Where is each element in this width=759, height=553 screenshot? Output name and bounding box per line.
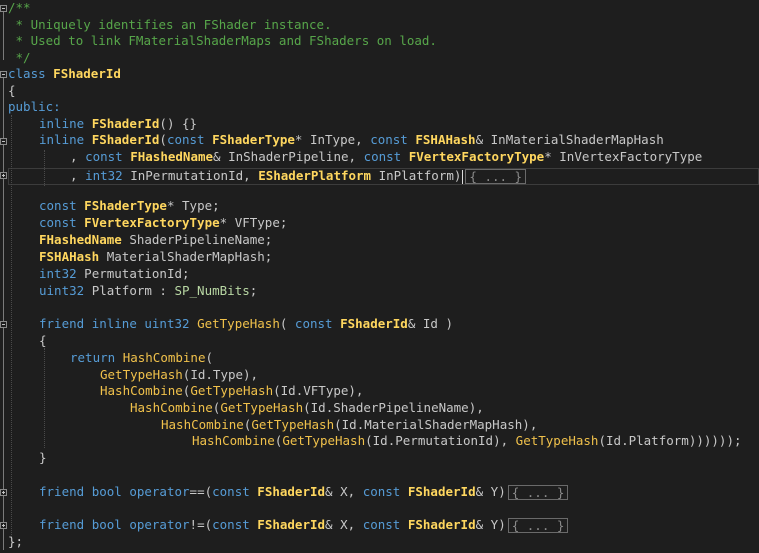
fold-plus-icon[interactable] xyxy=(0,489,7,496)
code-line-1: /** xyxy=(8,0,31,17)
code-line-23: HashCombine(GetTypeHash(Id.ShaderPipelin… xyxy=(130,400,484,417)
code-line-9: inline FShaderId(const FShaderType* InTy… xyxy=(39,132,664,149)
constructor-signature: inline FShaderId(const FShaderType* InTy… xyxy=(39,132,664,147)
code-line-28: friend bool operator!=(const FShaderId& … xyxy=(39,517,569,534)
collapsed-region[interactable]: { ... } xyxy=(465,169,527,184)
fold-line xyxy=(3,12,4,60)
class-declaration: class FShaderId xyxy=(8,66,121,81)
member-declaration: FSHAHash MaterialShaderMapHash; xyxy=(39,249,273,264)
code-line-20: return HashCombine( xyxy=(70,350,213,367)
code-line-29: }; xyxy=(8,534,23,551)
comment-line: * Used to link FMaterialShaderMaps and F… xyxy=(8,33,437,48)
code-line-27: friend bool operator==(const FShaderId& … xyxy=(39,484,569,501)
member-declaration: const FVertexFactoryType* VFType; xyxy=(39,215,288,230)
open-brace: { xyxy=(39,333,47,348)
class-close: }; xyxy=(8,534,24,549)
code-line-15: FSHAHash MaterialShaderMapHash; xyxy=(39,249,272,266)
code-line-21: GetTypeHash(Id.Type), xyxy=(100,367,258,384)
code-line-8: inline FShaderId() {} xyxy=(39,116,197,133)
code-line-24: HashCombine(GetTypeHash(Id.MaterialShade… xyxy=(161,417,537,434)
code-line-22: HashCombine(GetTypeHash(Id.VFType), xyxy=(100,383,363,400)
fold-minus-icon[interactable] xyxy=(0,5,7,12)
comment-close: */ xyxy=(8,49,31,65)
collapsed-region[interactable]: { ... } xyxy=(507,518,569,533)
operator-equals-signature: friend bool operator==(const FShaderId& … xyxy=(39,484,506,499)
code-line-5: class FShaderId xyxy=(8,66,121,83)
comment-open: /** xyxy=(8,0,31,15)
hash-argument: HashCombine(GetTypeHash(Id.ShaderPipelin… xyxy=(130,400,484,415)
member-declaration: const FShaderType* Type; xyxy=(39,198,220,213)
hash-argument: HashCombine(GetTypeHash(Id.MaterialShade… xyxy=(161,416,538,432)
code-editor[interactable]: /** * Uniquely identifies an FShader ins… xyxy=(0,0,759,553)
code-line-17: uint32 Platform : SP_NumBits; xyxy=(39,283,257,300)
code-line-25: HashCombine(GetTypeHash(Id.PermutationId… xyxy=(192,433,742,450)
indent-guide xyxy=(44,348,45,448)
constructor-params: , const FHashedName& InShaderPipeline, c… xyxy=(70,148,703,164)
code-line-6: { xyxy=(8,83,16,100)
indent-guide xyxy=(44,150,45,186)
member-declaration: uint32 Platform : SP_NumBits; xyxy=(39,283,258,298)
constructor-params: , int32 InPermutationId, EShaderPlatform… xyxy=(70,168,462,183)
collapsed-region[interactable]: { ... } xyxy=(507,485,569,500)
fold-plus-icon[interactable] xyxy=(0,522,7,529)
return-statement: return HashCombine( xyxy=(70,350,214,365)
member-declaration: FHashedName ShaderPipelineName; xyxy=(39,232,273,247)
fold-minus-icon[interactable] xyxy=(0,71,7,78)
code-line-12: const FShaderType* Type; xyxy=(39,198,220,215)
fold-line xyxy=(3,78,4,544)
operator-not-equals-signature: friend bool operator!=(const FShaderId& … xyxy=(39,517,506,532)
code-line-2: * Uniquely identifies an FShader instanc… xyxy=(8,17,332,34)
hash-argument: HashCombine(GetTypeHash(Id.VFType), xyxy=(100,383,364,398)
hash-argument: HashCombine(GetTypeHash(Id.PermutationId… xyxy=(192,433,742,448)
hash-argument: GetTypeHash(Id.Type), xyxy=(100,366,259,382)
code-line-4: */ xyxy=(8,50,31,67)
default-constructor: inline FShaderId() {} xyxy=(39,115,198,131)
code-line-3: * Used to link FMaterialShaderMaps and F… xyxy=(8,33,437,50)
code-line-14: FHashedName ShaderPipelineName; xyxy=(39,232,272,249)
fold-minus-icon[interactable] xyxy=(0,321,7,328)
code-line-13: const FVertexFactoryType* VFType; xyxy=(39,215,287,232)
close-brace: } xyxy=(39,450,47,465)
fold-minus-icon[interactable] xyxy=(0,138,7,145)
code-line-7: public: xyxy=(8,99,61,116)
member-declaration: int32 PermutationId; xyxy=(39,266,190,281)
open-brace: { xyxy=(8,82,16,98)
indent-guide xyxy=(11,115,12,545)
fold-line xyxy=(3,544,4,550)
comment-line: * Uniquely identifies an FShader instanc… xyxy=(8,16,332,32)
code-line-19: { xyxy=(39,333,47,350)
code-line-11: , int32 InPermutationId, EShaderPlatform… xyxy=(70,168,527,185)
code-line-16: int32 PermutationId; xyxy=(39,266,190,283)
text-cursor xyxy=(462,169,464,184)
code-line-10: , const FHashedName& InShaderPipeline, c… xyxy=(70,149,702,166)
fold-plus-icon[interactable] xyxy=(0,172,7,179)
code-line-18: friend inline uint32 GetTypeHash( const … xyxy=(39,316,453,333)
access-specifier: public: xyxy=(8,99,61,114)
hash-function-signature: friend inline uint32 GetTypeHash( const … xyxy=(39,316,454,331)
code-line-26: } xyxy=(39,450,47,467)
